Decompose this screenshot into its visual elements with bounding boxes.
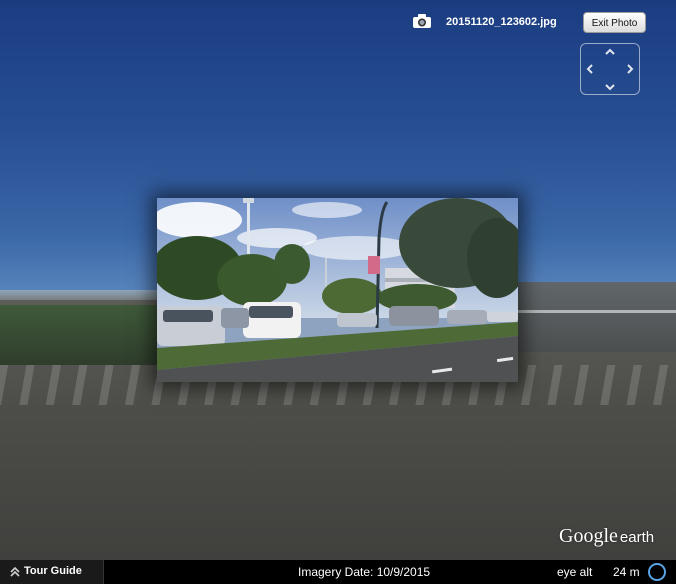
chevron-right-icon[interactable] <box>624 63 636 75</box>
exit-photo-button[interactable]: Exit Photo <box>583 12 646 33</box>
photo-overlay[interactable] <box>157 198 518 382</box>
navigation-control[interactable] <box>580 43 640 95</box>
logo-earth-text: earth <box>619 529 655 546</box>
road-surface <box>518 282 676 352</box>
street-photo-image <box>157 198 518 382</box>
chevron-left-icon[interactable] <box>584 63 596 75</box>
earth-3d-view[interactable]: 20151120_123602.jpg Exit Photo Google ear… <box>0 0 676 584</box>
photo-filename: 20151120_123602.jpg <box>446 16 557 28</box>
imagery-date: Imagery Date: 10/9/2015 <box>298 565 431 579</box>
grass-field <box>0 305 160 365</box>
chevron-down-icon[interactable] <box>604 81 616 93</box>
tour-guide-label: Tour Guide <box>24 565 82 577</box>
streaming-status-icon <box>648 563 666 581</box>
logo-google-text: Google <box>559 525 618 547</box>
eye-alt-label: eye alt <box>557 565 593 579</box>
eye-alt-value: 24 m <box>613 565 640 579</box>
camera-icon <box>412 13 432 29</box>
status-bar: Tour Guide Imagery Date: 10/9/2015 eye a… <box>0 560 676 584</box>
tour-guide-button[interactable]: Tour Guide <box>0 560 104 584</box>
google-earth-logo: Google earth <box>559 525 654 548</box>
chevron-up-icon[interactable] <box>604 46 616 58</box>
double-chevron-up-icon <box>10 566 20 578</box>
photo-toolbar: 20151120_123602.jpg Exit Photo <box>0 0 676 95</box>
